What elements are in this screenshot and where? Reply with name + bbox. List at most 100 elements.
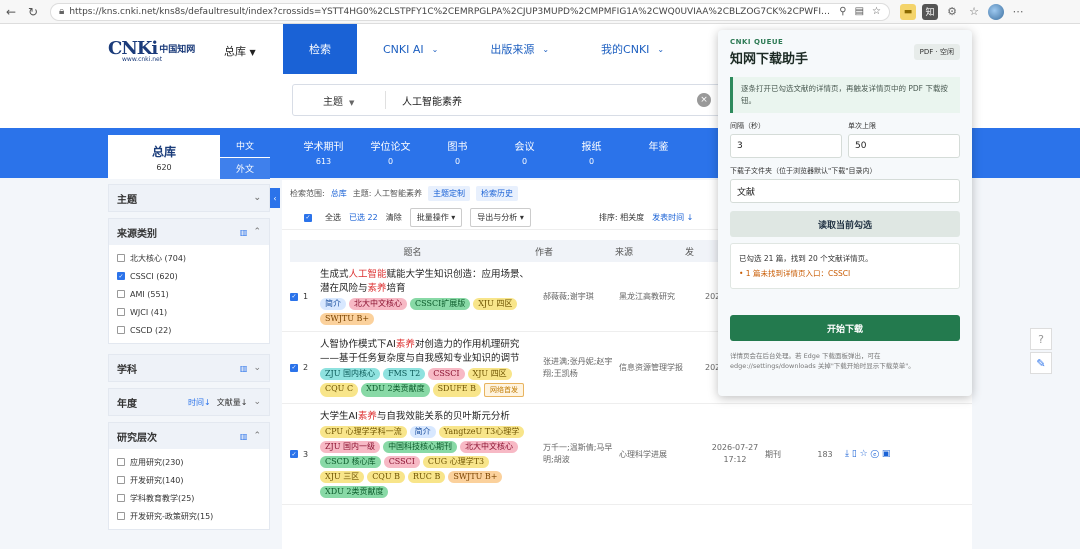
row-select[interactable]: ✓ 2 — [290, 338, 320, 397]
chart-icon[interactable]: ▥ — [240, 228, 248, 237]
category-yearbook[interactable]: 年鉴 — [625, 138, 692, 166]
lang-chinese[interactable]: 中文 — [220, 135, 270, 157]
start-download-button[interactable]: 开始下载 — [730, 315, 960, 341]
chevron-up-icon[interactable]: ⌃ — [253, 227, 261, 237]
lang-foreign[interactable]: 外文 — [220, 156, 270, 179]
checkbox[interactable] — [117, 326, 125, 334]
chevron-down-icon[interactable]: ⌄ — [253, 397, 261, 407]
facet-header[interactable]: 来源类别 ▥ ⌃ — [109, 219, 269, 245]
scope-db[interactable]: 总库 — [331, 188, 347, 199]
nav-my-cnki[interactable]: 我的CNKI ⌄ — [575, 24, 690, 74]
refresh-icon[interactable]: ↻ — [22, 1, 44, 23]
chevron-down-icon[interactable]: ⌄ — [253, 363, 261, 373]
nav-publications[interactable]: 出版来源 ⌄ — [464, 24, 575, 74]
facet-item[interactable]: AMI (551) — [117, 285, 261, 303]
row-action-icons[interactable]: ⤓ ▯ ☆ ⓔ ▣ — [845, 410, 890, 498]
result-title[interactable]: 大学生AI素养与自我效能关系的贝叶斯元分析 — [320, 410, 535, 424]
row-checkbox[interactable]: ✓ — [290, 363, 298, 372]
select-all-checkbox[interactable]: ✓ — [304, 213, 312, 222]
journal-tag: CUG 心理学T3 — [422, 456, 490, 468]
read-selection-button[interactable]: 读取当前勾选 — [730, 211, 960, 237]
checkbox[interactable] — [117, 254, 125, 262]
row-select[interactable]: ✓ 1 — [290, 268, 320, 325]
authors[interactable]: 张进满;张丹妮;赵宇翔;王凯杨 — [535, 338, 615, 397]
category-newspaper[interactable]: 报纸 0 — [558, 138, 625, 166]
address-bar[interactable]: 🔒︎ https://kns.cnki.net/kns8s/defaultres… — [50, 2, 890, 21]
facet-item[interactable]: CSCD (22) — [117, 321, 261, 339]
extensions-icon[interactable]: ⚙ — [944, 4, 960, 20]
clear-icon[interactable]: × — [697, 93, 711, 107]
back-icon[interactable]: ← — [0, 1, 22, 23]
chart-icon[interactable]: ▥ — [240, 364, 248, 373]
result-title[interactable]: 生成式人工智能赋能大学生知识创造：应用场景、潜在风险与素养培育 — [320, 268, 535, 296]
checkbox[interactable] — [117, 494, 125, 502]
checkbox[interactable] — [117, 308, 125, 316]
facet-header[interactable]: 学科 ▥ ⌄ — [109, 355, 269, 381]
sort-by-count[interactable]: 文献量↓ — [217, 397, 248, 408]
profile-avatar[interactable] — [988, 3, 1004, 20]
facet-item[interactable]: 开发研究(140) — [117, 471, 261, 489]
folder-input[interactable]: 文献 — [730, 179, 960, 203]
row-select[interactable]: ✓ 3 — [290, 410, 320, 498]
checkbox[interactable] — [117, 512, 125, 520]
facet-item[interactable]: 学科教育教学(25) — [117, 489, 261, 507]
export-dropdown[interactable]: 导出与分析 ▾ — [470, 208, 531, 227]
search-icon[interactable]: ⚲ — [839, 6, 846, 17]
total-db[interactable]: 总库 620 — [108, 135, 220, 179]
search-history-button[interactable]: 检索历史 — [475, 185, 518, 201]
chart-icon[interactable]: ▥ — [240, 432, 248, 441]
checkbox-checked[interactable]: ✓ — [117, 272, 125, 280]
facet-header[interactable]: 研究层次 ▥ ⌃ — [109, 423, 269, 449]
database-selector[interactable]: 总库 ▼ — [224, 43, 256, 59]
facet-item[interactable]: 北大核心 (704) — [117, 249, 261, 267]
row-number: 3 — [303, 449, 309, 459]
interval-input[interactable]: 3 — [730, 134, 842, 158]
sort-by-time[interactable]: 时间↓ — [188, 397, 211, 408]
search-field-select[interactable]: 主题 ▼ — [293, 93, 385, 108]
favorite-icon[interactable]: ☆ — [872, 6, 881, 17]
folder-extension-icon[interactable]: ▬ — [900, 3, 916, 20]
reader-icon[interactable]: ▤ — [855, 6, 864, 17]
help-icon[interactable]: ? — [1030, 328, 1052, 350]
checkbox[interactable] — [117, 458, 125, 466]
facet-item[interactable]: 开发研究-政策研究(15) — [117, 507, 261, 525]
category-book[interactable]: 图书 0 — [424, 138, 491, 166]
source[interactable]: 信息资源管理学报 — [615, 338, 705, 397]
more-icon[interactable]: ⋯ — [1010, 4, 1026, 20]
topic-custom-button[interactable]: 主题定制 — [427, 185, 470, 201]
nav-cnki-ai[interactable]: CNKI AI ⌄ — [357, 24, 464, 74]
clear-button[interactable]: 清除 — [386, 212, 402, 223]
cnki-extension-icon[interactable]: 知 — [922, 3, 938, 20]
table-row[interactable]: ✓ 3 大学生AI素养与自我效能关系的贝叶斯元分析 CPU 心理学学科一流 简介 Ya… — [282, 404, 972, 505]
limit-input[interactable]: 50 — [848, 134, 960, 158]
select-all-label[interactable]: 全选 — [325, 212, 341, 223]
facet-header[interactable]: 主题 ⌄ — [109, 185, 269, 211]
sort-date[interactable]: 发表时间 ↓ — [652, 212, 693, 223]
category-conference[interactable]: 会议 0 — [491, 138, 558, 166]
category-thesis[interactable]: 学位论文 0 — [357, 138, 424, 166]
authors[interactable]: 万千一;温斯倩;马早明;胡波 — [535, 410, 615, 498]
authors[interactable]: 郝薇薇;谢宇琪 — [535, 268, 615, 325]
category-journal[interactable]: 学术期刊 613 — [290, 138, 357, 166]
pencil-icon[interactable]: ✎ — [1030, 352, 1052, 374]
favorites-icon[interactable]: ☆ — [966, 4, 982, 20]
facet-item[interactable]: 应用研究(230) — [117, 453, 261, 471]
checkbox[interactable] — [117, 290, 125, 298]
source[interactable]: 心理科学进展 — [615, 410, 705, 498]
chevron-up-icon[interactable]: ⌃ — [253, 431, 261, 441]
sort-relevance[interactable]: 排序: 相关度 — [599, 212, 644, 223]
row-checkbox[interactable]: ✓ — [290, 292, 298, 301]
facet-header[interactable]: 年度 时间↓ 文献量↓ ⌄ — [109, 389, 269, 415]
sidebar-collapse-button[interactable]: ‹ — [270, 188, 280, 208]
category-total[interactable]: 总库 620 中文 外文 — [108, 135, 270, 179]
facet-item[interactable]: WJCI (41) — [117, 303, 261, 321]
bulk-ops-dropdown[interactable]: 批量操作 ▾ — [409, 208, 463, 227]
source[interactable]: 黑龙江高教研究 — [615, 268, 705, 325]
checkbox[interactable] — [117, 476, 125, 484]
row-checkbox[interactable]: ✓ — [290, 450, 298, 458]
result-title[interactable]: 人智协作模式下AI素养对创造力的作用机理研究——基于任务复杂度与自我感知专业知识… — [320, 338, 535, 366]
search-input[interactable]: 人工智能素养 — [385, 91, 697, 109]
title-highlight: 人工智能 — [348, 269, 387, 280]
facet-item[interactable]: ✓ CSSCI (620) — [117, 267, 261, 285]
nav-search[interactable]: 检索 — [283, 24, 357, 74]
